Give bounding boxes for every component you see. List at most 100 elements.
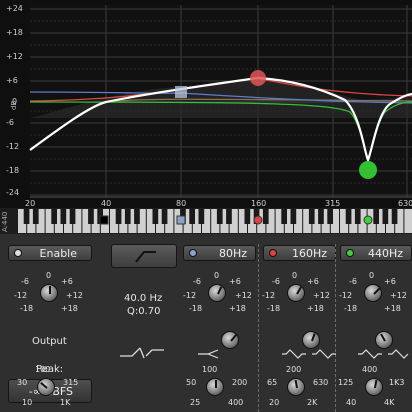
piano-black-key[interactable] bbox=[226, 209, 232, 224]
eq-graph[interactable]: +24 +18 +12 +6 0 -6 -12 -18 -24 dB 20 40… bbox=[0, 0, 412, 208]
piano-black-key[interactable] bbox=[134, 209, 140, 224]
band2-handle[interactable] bbox=[250, 70, 266, 86]
gain-scale-label: 0 bbox=[369, 271, 375, 280]
piano-black-key[interactable] bbox=[308, 209, 315, 224]
q-narrow-icon bbox=[198, 349, 219, 359]
piano-keyboard-svg bbox=[18, 209, 412, 233]
gain-scale-label: -18 bbox=[20, 304, 34, 313]
band1-button[interactable]: 80Hz bbox=[183, 245, 256, 261]
piano-black-key[interactable] bbox=[373, 209, 380, 224]
gain-scale-label: -6 bbox=[21, 277, 29, 286]
output-gain-knob[interactable] bbox=[40, 284, 58, 302]
y-label-p6: +6 bbox=[6, 76, 18, 85]
enable-label: Enable bbox=[39, 247, 77, 260]
freq-scale-label: 20 bbox=[269, 398, 280, 407]
piano-black-key[interactable] bbox=[115, 209, 122, 224]
piano-black-key[interactable] bbox=[345, 209, 352, 224]
x-label-80: 80 bbox=[176, 199, 187, 208]
enable-led-icon bbox=[14, 249, 22, 257]
piano-black-key[interactable] bbox=[318, 209, 324, 224]
band1-handle[interactable] bbox=[175, 86, 187, 98]
band3-freq-knob[interactable] bbox=[365, 378, 383, 396]
piano-black-key[interactable] bbox=[262, 209, 269, 224]
band2-q-knob[interactable] bbox=[302, 331, 320, 349]
band2-freq-knob[interactable] bbox=[287, 378, 305, 396]
gain-scale-label: -12 bbox=[183, 291, 197, 300]
lowcut-freq-value: 40.0 Hz bbox=[124, 293, 163, 304]
gain-scale-label: 0 bbox=[214, 271, 220, 280]
y-label-p12: +12 bbox=[6, 52, 23, 61]
q-shape-icon bbox=[358, 349, 409, 359]
piano-black-key[interactable] bbox=[69, 209, 76, 224]
piano-black-key[interactable] bbox=[327, 209, 334, 224]
gain-scale-label: +12 bbox=[390, 291, 407, 300]
piano-black-key[interactable] bbox=[244, 209, 251, 224]
freq-scale-label: 400 bbox=[362, 365, 378, 374]
lowcut-mode-button[interactable] bbox=[111, 244, 177, 268]
piano-black-key[interactable] bbox=[161, 209, 168, 224]
piano-black-key[interactable] bbox=[290, 209, 297, 224]
piano-black-key[interactable] bbox=[23, 209, 30, 224]
eq-plugin-window: +24 +18 +12 +6 0 -6 -12 -18 -24 dB 20 40… bbox=[0, 0, 412, 412]
freq-scale-label: 125 bbox=[338, 378, 354, 387]
piano-black-key[interactable] bbox=[32, 209, 39, 224]
band2-gain-knob[interactable] bbox=[287, 284, 305, 302]
db-axis-label: dB bbox=[10, 100, 18, 110]
freq-scale-label: 315 bbox=[63, 378, 79, 387]
gain-scale-label: +12 bbox=[66, 291, 83, 300]
piano-black-key[interactable] bbox=[198, 209, 205, 224]
gain-scale-label: -18 bbox=[267, 304, 281, 313]
x-label-20: 20 bbox=[25, 199, 36, 208]
freq-scale-label: 25 bbox=[190, 398, 201, 407]
keyboard-band-marker bbox=[253, 215, 263, 225]
band1-q-knob[interactable] bbox=[221, 331, 239, 349]
piano-white-key[interactable] bbox=[404, 209, 412, 233]
band3-handle[interactable] bbox=[359, 161, 377, 179]
gain-scale-label: -12 bbox=[339, 291, 353, 300]
band3-led-icon bbox=[346, 249, 354, 257]
freq-scale-label: 200 bbox=[232, 378, 248, 387]
piano-black-key[interactable] bbox=[281, 209, 288, 224]
piano-black-key[interactable] bbox=[88, 209, 94, 224]
gain-scale-label: +18 bbox=[384, 304, 401, 313]
gain-scale-label: +6 bbox=[229, 277, 241, 286]
band1-freq-knob[interactable] bbox=[206, 378, 224, 396]
gain-scale-label: +12 bbox=[313, 291, 330, 300]
band3-freq-label: 440Hz bbox=[367, 247, 403, 260]
y-label-p18: +18 bbox=[6, 28, 23, 37]
tuning-label: A:440 bbox=[1, 211, 9, 232]
lowcut-freq-knob[interactable] bbox=[37, 378, 55, 396]
piano-black-key[interactable] bbox=[51, 209, 58, 224]
band2-button[interactable]: 160Hz bbox=[263, 245, 336, 261]
band3-q-knob[interactable] bbox=[375, 331, 393, 349]
enable-button[interactable]: Enable bbox=[8, 245, 92, 261]
band1-led-icon bbox=[189, 249, 197, 257]
piano-keyboard[interactable]: A:440 bbox=[0, 208, 412, 234]
piano-black-key[interactable] bbox=[216, 209, 223, 224]
controls-panel: Enable 80Hz 160Hz 440Hz -6 0 +6 -12 +12 … bbox=[0, 238, 412, 412]
band-separator bbox=[335, 244, 336, 412]
piano-black-key[interactable] bbox=[382, 209, 389, 224]
freq-scale-label: 40 bbox=[346, 398, 357, 407]
band1-gain-knob[interactable] bbox=[208, 284, 226, 302]
x-label-40: 40 bbox=[101, 199, 112, 208]
gain-scale-label: 0 bbox=[46, 271, 52, 280]
freq-scale-label: 30 bbox=[17, 378, 28, 387]
piano-black-key[interactable] bbox=[152, 209, 159, 224]
lowcut-q-value: Q:0.70 bbox=[127, 306, 161, 317]
piano-black-key[interactable] bbox=[60, 209, 67, 224]
y-label-m12: -12 bbox=[6, 142, 20, 151]
keyboard-band-marker bbox=[363, 215, 373, 225]
piano-black-key[interactable] bbox=[391, 209, 398, 224]
band3-gain-knob[interactable] bbox=[364, 284, 382, 302]
y-label-m18: -18 bbox=[6, 166, 20, 175]
piano-black-key[interactable] bbox=[124, 209, 131, 224]
band3-button[interactable]: 440Hz bbox=[340, 245, 412, 261]
piano-black-key[interactable] bbox=[354, 209, 361, 224]
freq-scale-label: 1K3 bbox=[389, 378, 405, 387]
gain-scale-label: +12 bbox=[235, 291, 252, 300]
piano-black-key[interactable] bbox=[189, 209, 196, 224]
freq-scale-label: 100 bbox=[35, 365, 51, 374]
x-label-315: 315 bbox=[325, 199, 341, 208]
gain-scale-label: +6 bbox=[384, 277, 396, 286]
